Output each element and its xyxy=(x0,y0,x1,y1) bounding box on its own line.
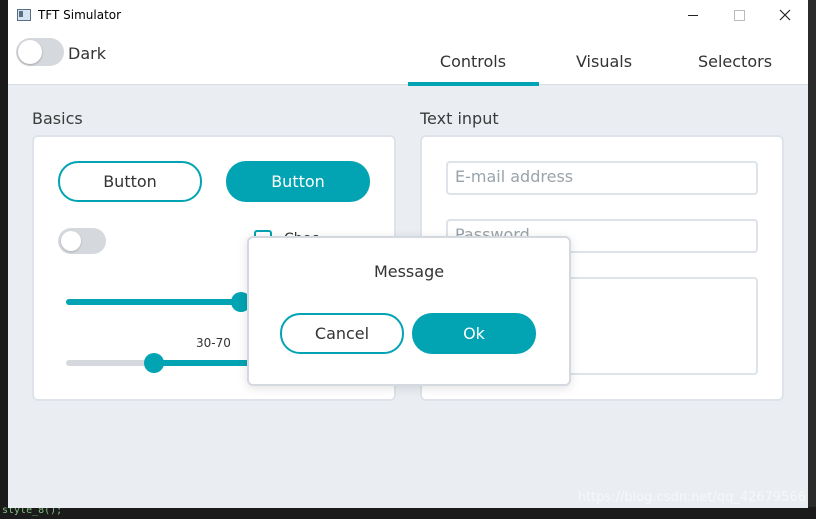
close-icon xyxy=(779,9,791,21)
outline-button[interactable]: Button xyxy=(58,161,202,202)
header-bar: Dark Controls Visuals Selectors xyxy=(8,30,808,86)
minimize-icon xyxy=(688,14,698,16)
switch-knob xyxy=(61,231,81,251)
minimize-button[interactable] xyxy=(670,0,716,30)
editor-background xyxy=(0,0,8,519)
range-knob-start[interactable] xyxy=(143,353,164,373)
dark-mode-label: Dark xyxy=(68,44,106,63)
switch-knob xyxy=(18,40,42,64)
dark-mode-switch[interactable] xyxy=(16,38,64,66)
basics-title: Basics xyxy=(32,109,83,128)
desktop-strip xyxy=(808,0,816,519)
simulator-window: TFT Simulator Dark Controls Visuals Sele… xyxy=(8,0,808,508)
cancel-button[interactable]: Cancel xyxy=(280,313,404,354)
watermark: https://blog.csdn.net/qq_42679566 xyxy=(577,490,806,505)
close-button[interactable] xyxy=(762,0,808,30)
tab-controls[interactable]: Controls xyxy=(408,52,538,84)
maximize-button[interactable] xyxy=(716,0,762,30)
tab-selectors[interactable]: Selectors xyxy=(670,52,800,84)
title-bar: TFT Simulator xyxy=(8,0,808,30)
message-box: Message Cancel Ok xyxy=(247,236,571,386)
app-icon xyxy=(17,9,31,21)
maximize-icon xyxy=(733,9,745,21)
basics-switch[interactable] xyxy=(58,228,106,254)
slider-fill xyxy=(66,299,242,305)
active-tab-indicator xyxy=(408,82,539,86)
text-input-title: Text input xyxy=(420,109,499,128)
ok-button[interactable]: Ok xyxy=(412,313,536,354)
message-title: Message xyxy=(373,262,445,281)
email-field[interactable]: E-mail address xyxy=(446,161,758,195)
filled-button[interactable]: Button xyxy=(226,161,370,202)
tab-visuals[interactable]: Visuals xyxy=(539,52,669,84)
window-title: TFT Simulator xyxy=(38,8,122,22)
editor-bottom xyxy=(0,507,816,519)
range-label: 30-70 xyxy=(196,336,231,350)
